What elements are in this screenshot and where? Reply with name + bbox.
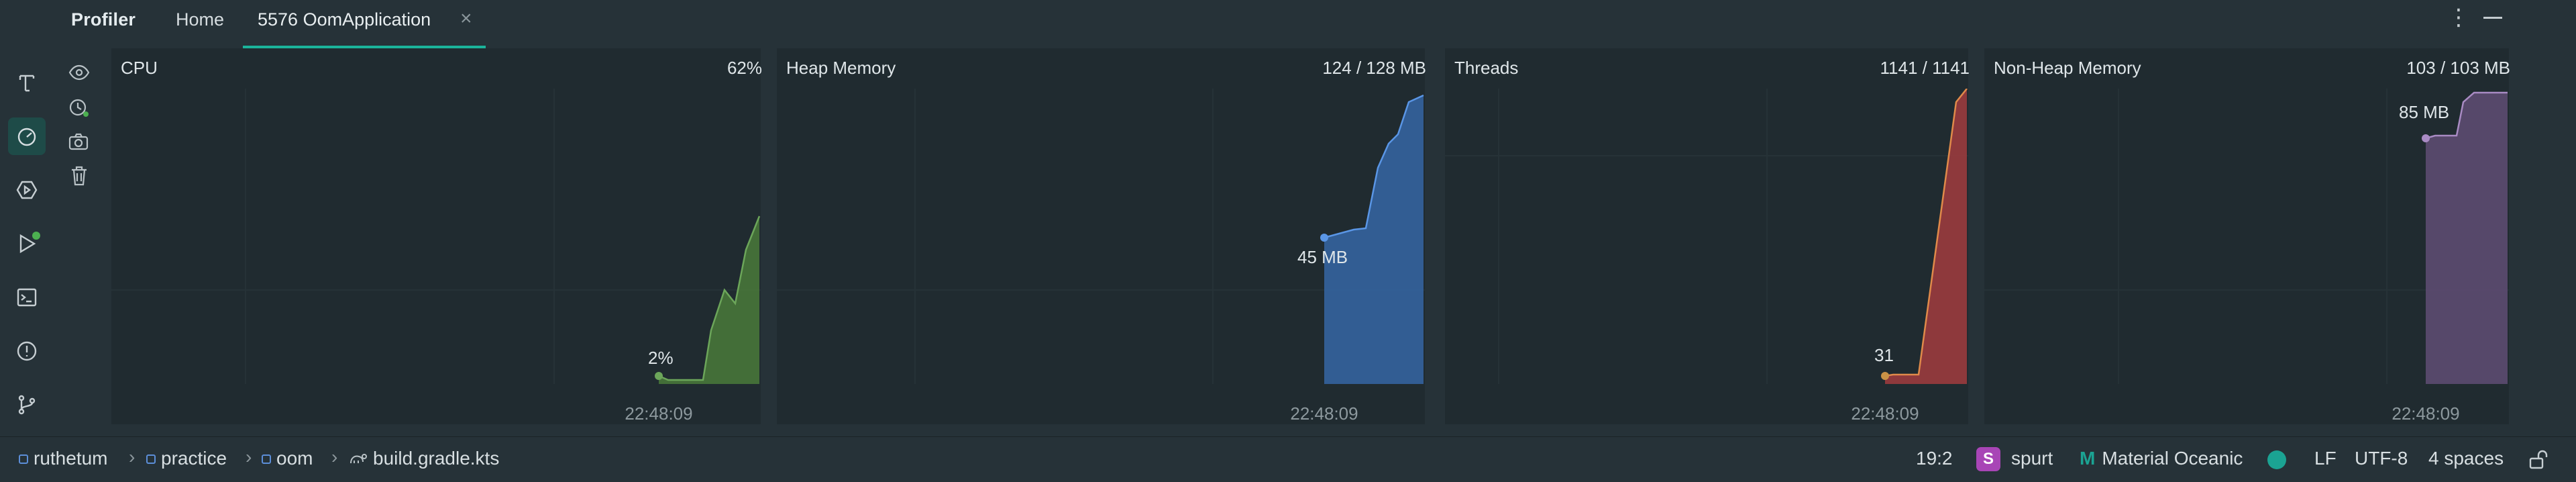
lock-icon[interactable] [2528, 449, 2549, 471]
profiler-toolbar [60, 48, 107, 444]
cpu-panel: CPU 62% 2% 22:48:09 [111, 48, 762, 424]
run-status-dot [32, 232, 40, 240]
breadcrumb-separator: › [246, 446, 252, 467]
cpu-start-marker [655, 372, 663, 380]
threads-chart [1445, 89, 1968, 384]
heap-start-label: 45 MB [1297, 247, 1348, 267]
material-theme-icon: M [2080, 448, 2096, 469]
file-encoding[interactable]: UTF-8 [2355, 448, 2408, 469]
nonheap-chart [1984, 89, 2509, 384]
status-bar: ruthetum › practice › oom › build.gradle… [0, 436, 2576, 482]
threads-title: Threads [1454, 58, 1519, 78]
cpu-chart [111, 89, 761, 384]
left-tool-rail [0, 48, 55, 444]
threads-panel: Threads 1141 / 1141 31 22:48:09 [1445, 48, 1970, 424]
breadcrumb-build-gradle[interactable]: build.gradle.kts [349, 448, 499, 469]
indent-setting[interactable]: 4 spaces [2428, 448, 2504, 469]
cpu-title: CPU [121, 58, 158, 78]
profiler-gauge-icon[interactable] [8, 117, 46, 155]
breadcrumb-ruthetum[interactable]: ruthetum [19, 448, 108, 469]
nonheap-title: Non-Heap Memory [1994, 58, 2141, 78]
tool-window-header: Profiler Home 5576 OomApplication × ⋮ [0, 0, 2576, 48]
nonheap-value: 103 / 103 MB [2406, 58, 2510, 78]
tool-window-title: Profiler [71, 9, 136, 30]
nonheap-start-label: 85 MB [2399, 102, 2450, 122]
heap-start-marker [1320, 234, 1328, 242]
threads-time: 22:48:09 [1851, 403, 1919, 424]
heap-chart [777, 89, 1425, 384]
cpu-start-label: 2% [648, 348, 674, 368]
more-vertical-icon[interactable]: ⋮ [2447, 4, 2470, 31]
theme-indicator[interactable]: M Material Oceanic [2080, 448, 2243, 469]
non-heap-memory-panel: Non-Heap Memory 103 / 103 MB 85 MB 22:48… [1984, 48, 2510, 424]
minimize-icon[interactable] [2483, 17, 2502, 19]
run-icon[interactable] [8, 225, 46, 262]
heap-memory-panel: Heap Memory 124 / 128 MB 45 MB 22:48:09 [777, 48, 1426, 424]
git-icon[interactable] [8, 386, 46, 424]
problems-icon[interactable] [8, 332, 46, 370]
heap-title: Heap Memory [786, 58, 896, 78]
snapshot-timer-icon[interactable] [67, 95, 94, 122]
heap-value: 124 / 128 MB [1322, 58, 1426, 78]
tab-oom-application-label: 5576 OomApplication [258, 9, 431, 30]
vcs-badge[interactable]: S [1976, 447, 2000, 471]
line-ending[interactable]: LF [2314, 448, 2337, 469]
text-tool-icon[interactable] [8, 64, 46, 101]
vcs-name[interactable]: spurt [2011, 448, 2053, 469]
terminal-icon[interactable] [8, 279, 46, 316]
threads-start-marker [1881, 372, 1889, 380]
nonheap-start-marker [2422, 134, 2430, 142]
services-icon[interactable] [8, 171, 46, 209]
breadcrumb-practice[interactable]: practice [146, 448, 227, 469]
breadcrumb-separator: › [129, 446, 136, 467]
threads-start-label: 31 [1874, 345, 1894, 365]
breadcrumb-oom[interactable]: oom [262, 448, 313, 469]
tab-close-icon[interactable]: × [460, 7, 472, 30]
cursor-position[interactable]: 19:2 [1916, 448, 1953, 469]
eye-icon[interactable] [67, 60, 94, 87]
nonheap-time: 22:48:09 [2392, 403, 2460, 424]
cpu-value: 62% [727, 58, 762, 78]
cpu-time: 22:48:09 [625, 403, 693, 424]
gradle-icon [349, 449, 368, 464]
camera-icon[interactable] [67, 130, 94, 157]
threads-value: 1141 / 1141 [1880, 58, 1970, 78]
trash-icon[interactable] [67, 164, 94, 191]
tab-home[interactable]: Home [176, 9, 224, 30]
heap-time: 22:48:09 [1290, 403, 1358, 424]
breadcrumb-separator: › [331, 446, 338, 467]
tab-oom-application[interactable]: 5576 OomApplication × [243, 0, 486, 48]
status-circle-icon[interactable] [2267, 450, 2286, 469]
